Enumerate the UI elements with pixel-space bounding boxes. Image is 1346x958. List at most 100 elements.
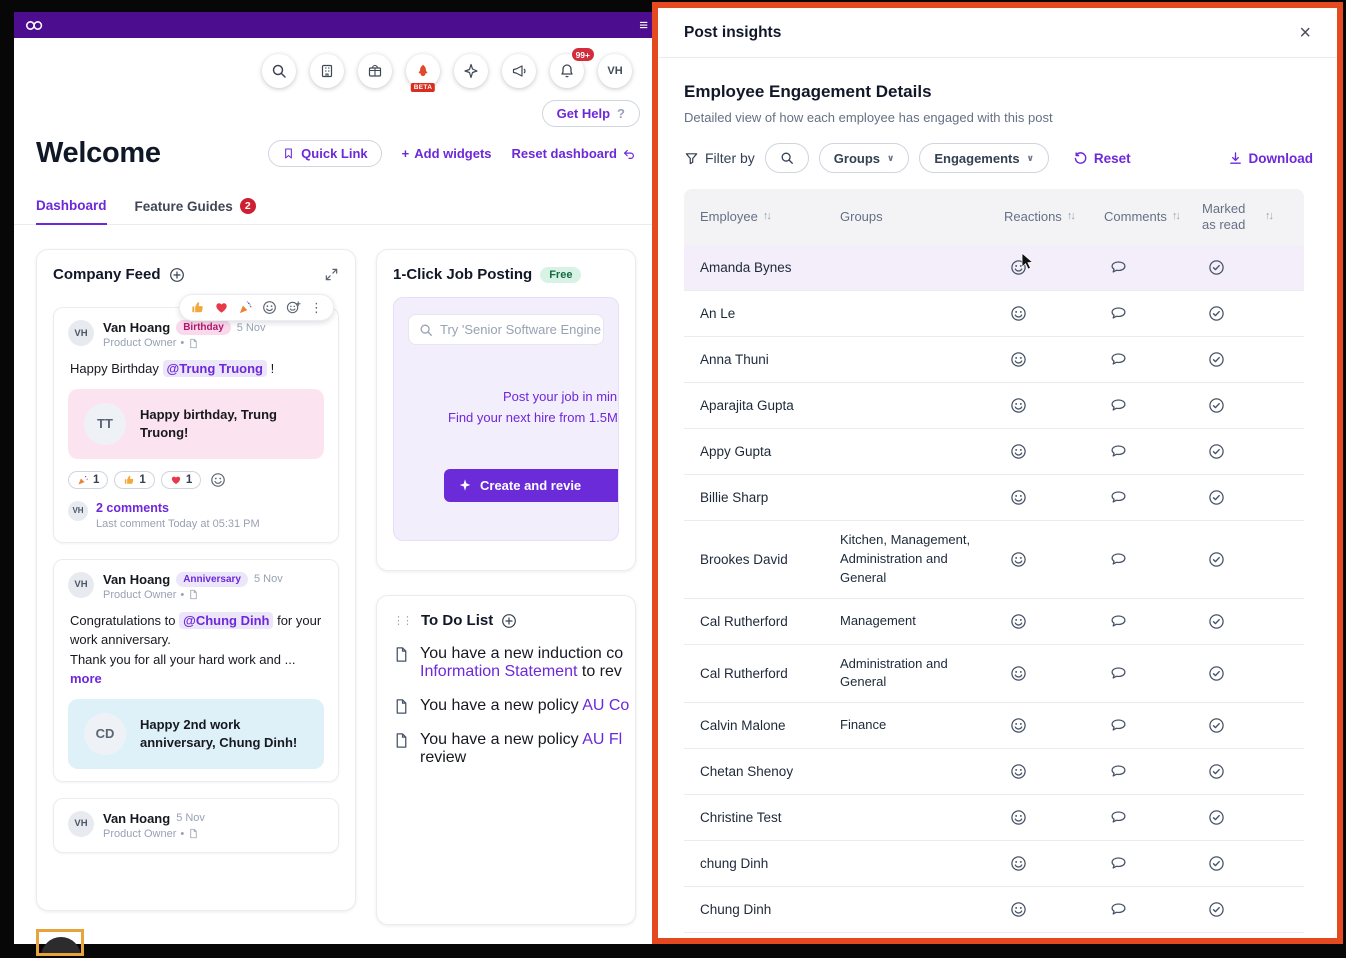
reaction-smiley-icon[interactable] <box>988 295 1088 332</box>
comments-icon[interactable] <box>1088 541 1186 578</box>
marked-read-check-icon[interactable] <box>1186 295 1304 332</box>
comments-icon[interactable] <box>1088 603 1186 640</box>
table-row[interactable]: Cal RutherfordAdministration and General <box>684 645 1304 704</box>
col-employee[interactable]: Employee↑↓ <box>684 203 824 231</box>
table-row[interactable]: Anna Thuni <box>684 337 1304 383</box>
reaction-smiley-icon[interactable] <box>988 433 1088 470</box>
table-row[interactable]: Calvin MaloneFinance <box>684 703 1304 749</box>
reaction-smiley-icon[interactable] <box>988 655 1088 692</box>
reaction-smiley-icon[interactable] <box>988 753 1088 790</box>
marked-read-check-icon[interactable] <box>1186 387 1304 424</box>
download-button[interactable]: Download <box>1228 151 1314 166</box>
add-todo-button[interactable] <box>501 613 517 629</box>
comments-icon[interactable] <box>1088 295 1186 332</box>
marked-read-check-icon[interactable] <box>1186 249 1304 286</box>
comments-icon[interactable] <box>1088 655 1186 692</box>
reaction-smiley-icon[interactable] <box>988 845 1088 882</box>
quick-link-button[interactable]: Quick Link <box>268 140 381 167</box>
add-post-button[interactable] <box>169 267 185 283</box>
recruitment-beta-button[interactable]: BETA <box>406 54 440 88</box>
party-icon[interactable] <box>238 300 253 315</box>
marked-read-check-icon[interactable] <box>1186 603 1304 640</box>
reaction-chip-party[interactable]: 1 <box>68 471 108 489</box>
sort-icon[interactable]: ↑↓ <box>763 210 770 224</box>
expand-widget-button[interactable] <box>324 267 339 282</box>
reaction-smiley-icon[interactable] <box>988 387 1088 424</box>
reaction-chip-heart[interactable]: 1 <box>161 471 201 489</box>
sort-icon[interactable]: ↑↓ <box>1172 210 1179 224</box>
marked-read-check-icon[interactable] <box>1186 433 1304 470</box>
reaction-smiley-icon[interactable] <box>988 603 1088 640</box>
groups-dropdown[interactable]: Groups ∨ <box>819 143 910 173</box>
table-row[interactable]: Christine Test <box>684 795 1304 841</box>
comments-icon[interactable] <box>1088 433 1186 470</box>
comments-icon[interactable] <box>1088 479 1186 516</box>
reaction-smiley-icon[interactable] <box>988 541 1088 578</box>
table-row[interactable]: Chetan Shenoy <box>684 749 1304 795</box>
reaction-smiley-icon[interactable] <box>988 891 1088 928</box>
table-row[interactable]: Amanda Bynes <box>684 245 1304 291</box>
marked-read-check-icon[interactable] <box>1186 541 1304 578</box>
marked-read-check-icon[interactable] <box>1186 845 1304 882</box>
comments-icon[interactable] <box>1088 341 1186 378</box>
comments-icon[interactable] <box>1088 845 1186 882</box>
reset-dashboard-button[interactable]: Reset dashboard <box>512 146 636 161</box>
reaction-chip-thumbs-up[interactable]: 1 <box>114 471 154 489</box>
marked-read-check-icon[interactable] <box>1186 753 1304 790</box>
marked-read-check-icon[interactable] <box>1186 707 1304 744</box>
sort-icon[interactable]: ↑↓ <box>1265 210 1272 224</box>
todo-item[interactable]: You have a new policy AU Co <box>393 697 619 715</box>
marked-read-check-icon[interactable] <box>1186 341 1304 378</box>
search-filter-button[interactable] <box>765 143 809 173</box>
reaction-smiley-icon[interactable] <box>988 341 1088 378</box>
comments-icon[interactable] <box>1088 249 1186 286</box>
table-row[interactable]: Appy Gupta <box>684 429 1304 475</box>
todo-item[interactable]: You have a new policy AU Flreview <box>393 731 619 767</box>
comments-icon[interactable] <box>1088 707 1186 744</box>
mention-chip[interactable]: @Chung Dinh <box>179 612 273 629</box>
reaction-smiley-icon[interactable] <box>988 799 1088 836</box>
marked-read-check-icon[interactable] <box>1186 891 1304 928</box>
organisation-button[interactable] <box>310 54 344 88</box>
reaction-smiley-icon[interactable] <box>988 249 1088 286</box>
add-widgets-button[interactable]: + Add widgets <box>402 146 492 161</box>
comments-link[interactable]: 2 comments <box>96 501 260 515</box>
table-row[interactable]: Brookes DavidKitchen, Management, Admini… <box>684 521 1304 599</box>
tab-feature-guides[interactable]: Feature Guides 2 <box>135 198 256 224</box>
more-link[interactable]: more <box>70 671 102 686</box>
col-comments[interactable]: Comments↑↓ <box>1088 203 1186 231</box>
chat-launcher[interactable] <box>41 937 81 956</box>
thumbs-up-icon[interactable] <box>190 300 205 315</box>
sort-icon[interactable]: ↑↓ <box>1067 210 1074 224</box>
reaction-smiley-icon[interactable] <box>988 707 1088 744</box>
table-row[interactable]: Cal RutherfordManagement <box>684 599 1304 645</box>
notifications-button[interactable]: 99+ <box>550 54 584 88</box>
kebab-menu-icon[interactable]: ⋮ <box>310 301 323 314</box>
reaction-toolbar[interactable]: ⋮ <box>179 294 334 321</box>
table-row[interactable]: Chung Dinh <box>684 887 1304 933</box>
swag-store-button[interactable] <box>358 54 392 88</box>
add-reaction-icon[interactable] <box>286 300 301 315</box>
heart-icon[interactable] <box>214 300 229 315</box>
col-reactions[interactable]: Reactions↑↓ <box>988 203 1088 231</box>
col-marked-as-read[interactable]: Marked as read↑↓ <box>1186 195 1304 240</box>
mention-chip[interactable]: @Trung Truong <box>163 360 267 377</box>
marked-read-check-icon[interactable] <box>1186 799 1304 836</box>
job-search-input[interactable]: Try 'Senior Software Engine <box>408 314 604 345</box>
add-reaction-icon[interactable] <box>210 472 226 488</box>
announcements-button[interactable] <box>502 54 536 88</box>
search-button[interactable] <box>262 54 296 88</box>
comments-icon[interactable] <box>1088 387 1186 424</box>
engagements-dropdown[interactable]: Engagements ∨ <box>919 143 1049 173</box>
smiley-icon[interactable] <box>262 300 277 315</box>
comments-icon[interactable] <box>1088 799 1186 836</box>
table-row[interactable]: Billie Sharp <box>684 475 1304 521</box>
user-avatar[interactable]: VH <box>598 54 632 88</box>
ai-assistant-button[interactable] <box>454 54 488 88</box>
drag-handle-icon[interactable]: ⋮⋮ <box>393 614 411 627</box>
todo-item[interactable]: You have a new induction coInformation S… <box>393 645 619 681</box>
table-row[interactable]: chung Dinh <box>684 841 1304 887</box>
table-row[interactable]: Aparajita Gupta <box>684 383 1304 429</box>
comments-icon[interactable] <box>1088 891 1186 928</box>
close-icon[interactable]: × <box>1299 23 1311 43</box>
